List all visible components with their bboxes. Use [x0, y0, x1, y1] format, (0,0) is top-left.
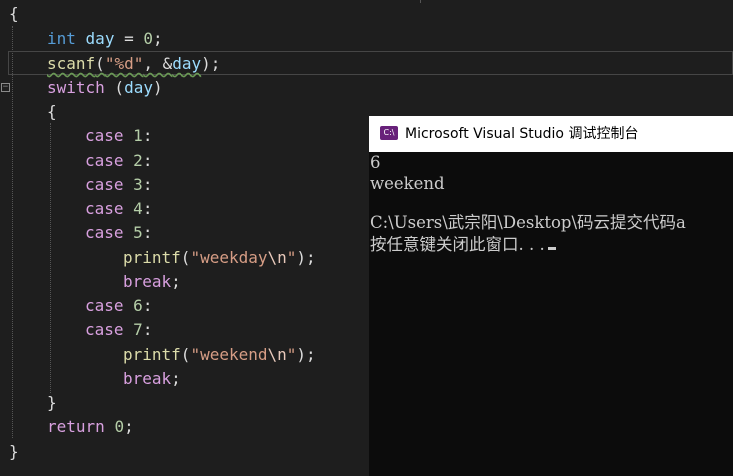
console-line: 6 — [370, 153, 381, 172]
code-line: { — [9, 4, 19, 23]
console-output[interactable]: 6 weekend C:\Users\武宗阳\Desktop\码云提交代码a 按… — [369, 152, 733, 476]
code-line: } — [9, 442, 19, 461]
text-cursor — [547, 247, 556, 250]
console-app-icon: C:\ — [380, 126, 398, 140]
code-line: case 6: — [85, 296, 153, 315]
console-line: weekend — [370, 174, 445, 193]
code-line: case 2: — [85, 151, 153, 170]
code-line: case 7: — [85, 320, 153, 339]
code-line: return 0; — [47, 417, 134, 436]
code-line: break; — [123, 369, 181, 388]
console-titlebar[interactable]: C:\ Microsoft Visual Studio 调试控制台 — [369, 116, 733, 152]
fold-collapse-icon[interactable]: − — [1, 83, 10, 92]
code-line: case 5: — [85, 223, 153, 242]
console-line: 按任意键关闭此窗口. . . — [370, 234, 556, 256]
console-prompt-text: 按任意键关闭此窗口. . . — [370, 235, 545, 254]
editor-top-divider — [420, 0, 421, 3]
code-line: switch (day) — [47, 78, 163, 97]
code-line: break; — [123, 272, 181, 291]
indent-guide — [50, 123, 51, 393]
current-code-line[interactable]: scanf("%d", &day); — [8, 51, 733, 75]
code-line: case 4: — [85, 199, 153, 218]
code-line: printf("weekend\n"); — [123, 345, 316, 364]
debug-console-window[interactable]: C:\ Microsoft Visual Studio 调试控制台 6 week… — [369, 116, 733, 476]
code-line: case 3: — [85, 175, 153, 194]
code-line: int day = 0; — [47, 29, 163, 48]
code-line: case 1: — [85, 126, 153, 145]
code-line: printf("weekday\n"); — [123, 248, 316, 267]
console-line: C:\Users\武宗阳\Desktop\码云提交代码a — [370, 213, 686, 232]
code-line: } — [47, 393, 57, 412]
code-line: { — [47, 102, 57, 121]
indent-guide — [12, 26, 13, 438]
console-title: Microsoft Visual Studio 调试控制台 — [405, 126, 639, 142]
